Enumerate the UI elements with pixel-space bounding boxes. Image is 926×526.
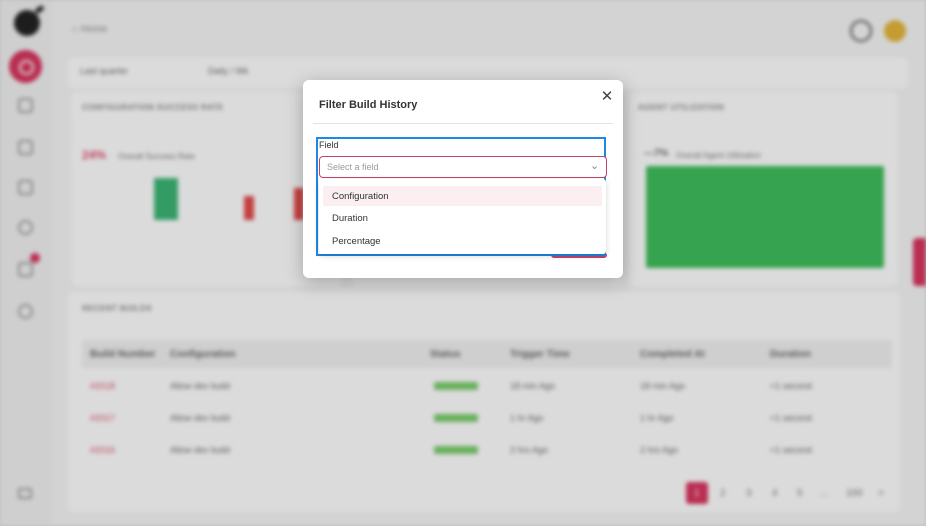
option-label: Configuration bbox=[332, 191, 389, 202]
modal-title: Filter Build History bbox=[319, 99, 418, 111]
option-label: Percentage bbox=[332, 236, 381, 247]
divider bbox=[313, 123, 613, 124]
field-dropdown: Configuration Duration Percentage bbox=[319, 179, 606, 254]
option-duration[interactable]: Duration bbox=[323, 208, 602, 228]
field-select[interactable]: Select a field ⌄ bbox=[319, 156, 607, 178]
close-icon[interactable]: ✕ bbox=[599, 89, 615, 105]
option-label: Duration bbox=[332, 213, 368, 224]
select-placeholder: Select a field bbox=[327, 162, 379, 172]
option-percentage[interactable]: Percentage bbox=[323, 231, 602, 251]
filter-build-history-modal: Filter Build History ✕ Field Select a fi… bbox=[303, 80, 623, 278]
option-configuration[interactable]: Configuration bbox=[323, 186, 602, 206]
field-label: Field bbox=[319, 140, 339, 150]
chevron-down-icon[interactable]: ⌄ bbox=[590, 159, 599, 172]
